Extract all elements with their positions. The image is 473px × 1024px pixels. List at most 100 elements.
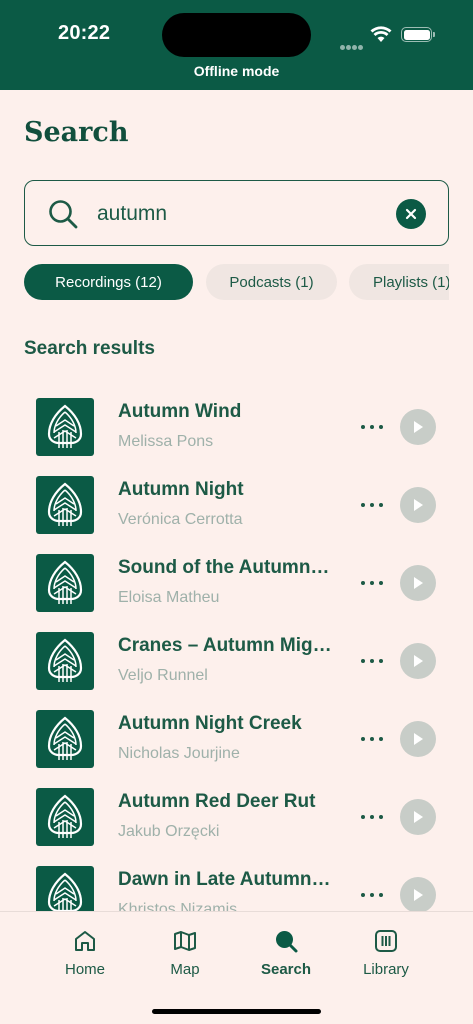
search-results-heading: Search results xyxy=(24,338,155,359)
filter-chip-playlists[interactable]: Playlists (1) xyxy=(349,264,449,300)
more-dot xyxy=(361,815,365,819)
cellular-signal-icon xyxy=(340,37,364,55)
tab-library-label: Library xyxy=(363,961,409,978)
result-row[interactable]: Autumn Red Deer Rut Jakub Orzęcki xyxy=(0,778,473,856)
recording-title: Autumn Wind xyxy=(118,401,242,422)
search-icon xyxy=(276,931,298,953)
recording-thumbnail xyxy=(36,476,94,534)
more-dot xyxy=(379,503,383,507)
play-button[interactable] xyxy=(400,721,436,757)
search-icon xyxy=(49,200,78,229)
more-dot xyxy=(361,737,365,741)
more-options-button[interactable] xyxy=(358,730,386,748)
play-button[interactable] xyxy=(400,409,436,445)
filter-chips: Recordings (12) Podcasts (1) Playlists (… xyxy=(24,264,449,300)
tab-library[interactable]: Library xyxy=(346,928,426,978)
more-options-button[interactable] xyxy=(358,418,386,436)
tree-logo-icon xyxy=(47,560,83,604)
more-dot xyxy=(379,425,383,429)
play-icon xyxy=(414,733,423,745)
play-icon xyxy=(414,421,423,433)
result-row[interactable]: Dawn in Late Autumn… Khristos Nizamis xyxy=(0,856,473,912)
recording-author: Jakub Orzęcki xyxy=(118,823,220,840)
search-box[interactable] xyxy=(24,180,449,246)
recording-thumbnail xyxy=(36,554,94,612)
result-row[interactable]: Sound of the Autumn… Eloisa Matheu xyxy=(0,544,473,622)
more-dot xyxy=(379,581,383,585)
recording-title: Dawn in Late Autumn… xyxy=(118,869,331,890)
tree-logo-icon xyxy=(47,638,83,682)
more-dot xyxy=(370,503,374,507)
wifi-icon xyxy=(370,26,392,42)
more-dot xyxy=(361,425,365,429)
more-dot xyxy=(379,815,383,819)
recording-title: Cranes – Autumn Migr… xyxy=(118,635,336,656)
tab-map[interactable]: Map xyxy=(145,928,225,978)
search-input[interactable] xyxy=(97,198,387,230)
result-row[interactable]: Autumn Wind Melissa Pons xyxy=(0,388,473,466)
play-button[interactable] xyxy=(400,799,436,835)
play-button[interactable] xyxy=(400,565,436,601)
recording-thumbnail xyxy=(36,398,94,456)
tab-home[interactable]: Home xyxy=(45,928,125,978)
tab-search[interactable]: Search xyxy=(246,928,326,978)
play-icon xyxy=(414,655,423,667)
play-icon xyxy=(414,889,423,901)
recording-thumbnail xyxy=(36,710,94,768)
play-icon xyxy=(414,499,423,511)
recording-author: Melissa Pons xyxy=(118,433,214,450)
home-indicator xyxy=(152,1009,321,1014)
tree-logo-icon xyxy=(47,794,83,838)
tab-home-label: Home xyxy=(64,961,105,978)
recording-thumbnail xyxy=(36,866,94,912)
more-options-button[interactable] xyxy=(358,496,386,514)
play-icon xyxy=(414,811,423,823)
more-options-button[interactable] xyxy=(358,886,386,904)
more-dot xyxy=(370,581,374,585)
tab-map-label: Map xyxy=(170,961,200,978)
more-options-button[interactable] xyxy=(358,808,386,826)
recording-title: Autumn Night Creek xyxy=(118,713,302,734)
more-dot xyxy=(361,659,365,663)
filter-chip-recordings[interactable]: Recordings (12) xyxy=(24,264,193,300)
recording-thumbnail xyxy=(36,788,94,846)
more-options-button[interactable] xyxy=(358,574,386,592)
more-dot xyxy=(379,893,383,897)
more-dot xyxy=(361,503,365,507)
more-dot xyxy=(370,893,374,897)
more-dot xyxy=(379,659,383,663)
more-dot xyxy=(370,737,374,741)
recording-title: Autumn Night xyxy=(118,479,244,500)
tab-search-label: Search xyxy=(260,961,312,978)
play-button[interactable] xyxy=(400,487,436,523)
more-options-button[interactable] xyxy=(358,652,386,670)
tree-logo-icon xyxy=(47,482,83,526)
more-dot xyxy=(361,581,365,585)
results-list[interactable]: Autumn Wind Melissa Pons Autumn Night Verón… xyxy=(0,388,473,912)
offline-mode-label: Offline mode xyxy=(193,63,280,79)
more-dot xyxy=(370,659,374,663)
recording-author: Eloisa Matheu xyxy=(118,589,220,606)
play-button[interactable] xyxy=(400,643,436,679)
clear-search-button[interactable] xyxy=(396,199,426,229)
tree-logo-icon xyxy=(47,716,83,760)
more-dot xyxy=(370,815,374,819)
status-bar: 20:22 Offline mode xyxy=(0,0,473,90)
result-row[interactable]: Autumn Night Verónica Cerrotta xyxy=(0,466,473,544)
home-icon xyxy=(75,931,95,951)
recording-author: Veljo Runnel xyxy=(118,667,208,684)
tree-logo-icon xyxy=(47,404,83,448)
battery-icon xyxy=(401,27,435,42)
page-title: Search xyxy=(24,117,129,148)
play-button[interactable] xyxy=(400,877,436,912)
library-icon xyxy=(375,930,397,952)
more-dot xyxy=(361,893,365,897)
play-icon xyxy=(414,577,423,589)
result-row[interactable]: Autumn Night Creek Nicholas Jourjine xyxy=(0,700,473,778)
recording-author: Nicholas Jourjine xyxy=(118,745,240,762)
filter-chip-podcasts[interactable]: Podcasts (1) xyxy=(206,264,337,300)
result-row[interactable]: Cranes – Autumn Migr… Veljo Runnel xyxy=(0,622,473,700)
more-dot xyxy=(379,737,383,741)
recording-title: Sound of the Autumn… xyxy=(118,557,330,578)
recording-title: Autumn Red Deer Rut xyxy=(118,791,316,812)
